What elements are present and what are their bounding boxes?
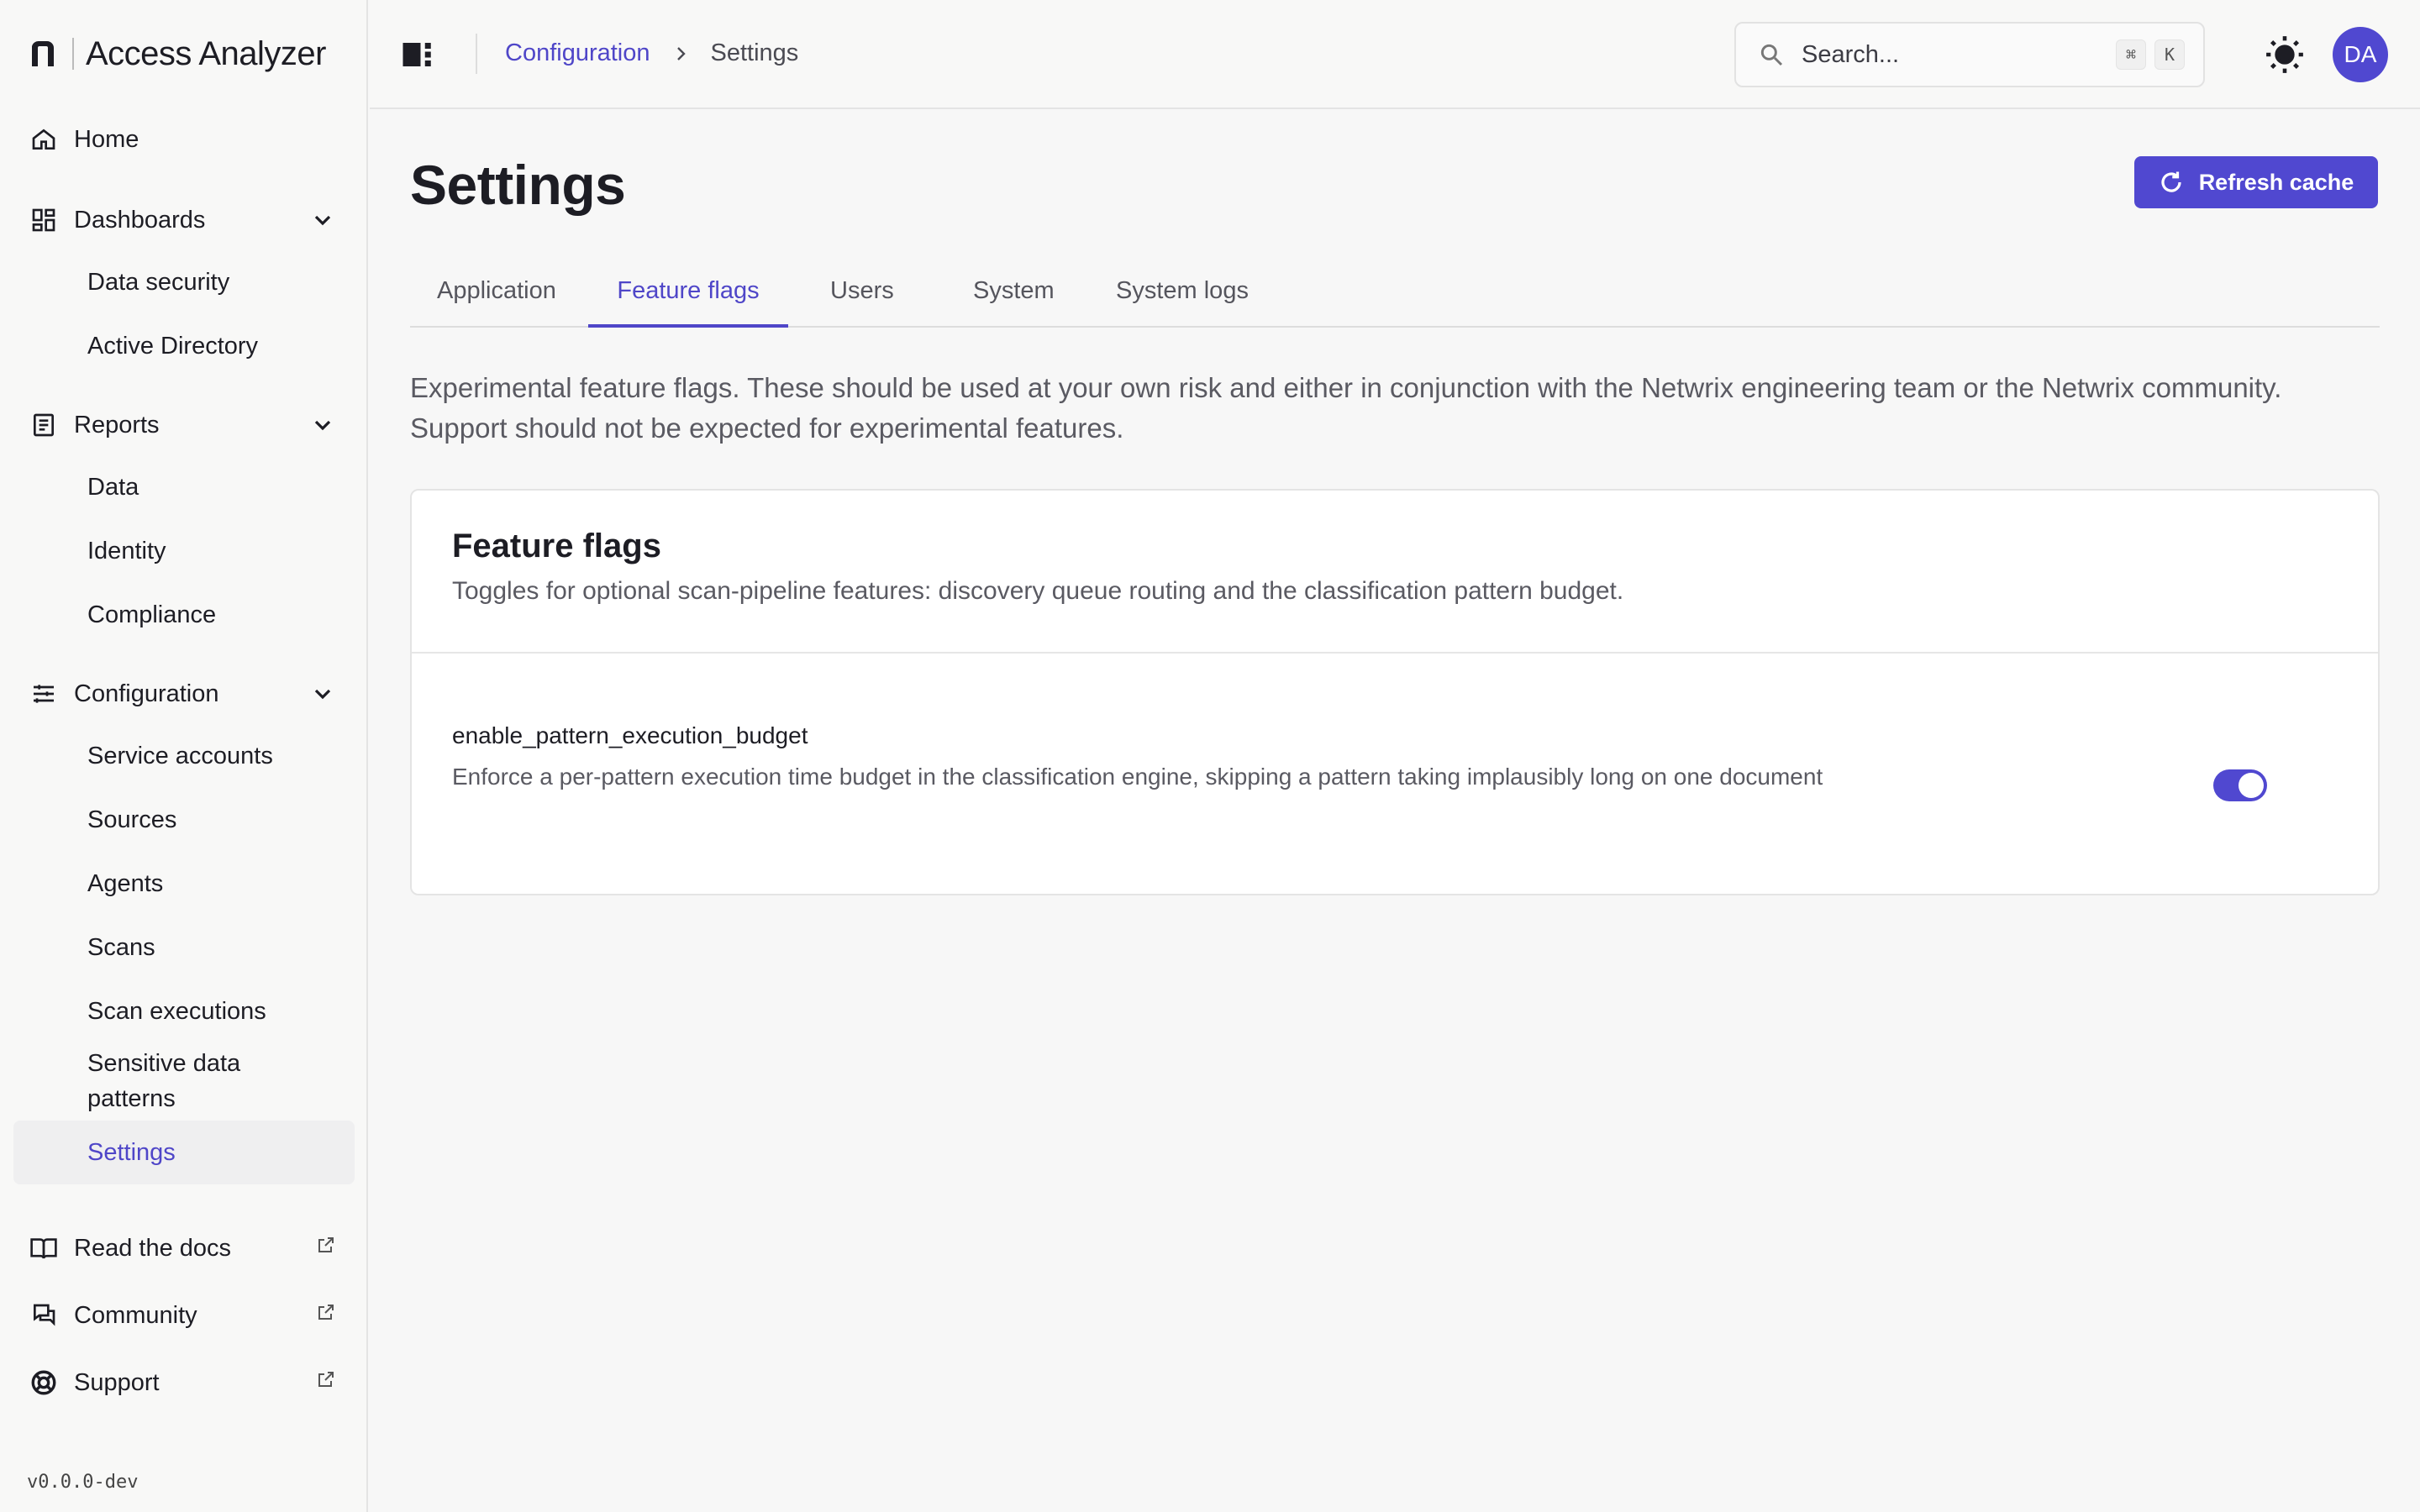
intro-line-1: Experimental feature flags. These should… [410, 372, 2282, 403]
sidebar-item-configuration[interactable]: Configuration [13, 664, 355, 724]
sidebar-item-active-directory[interactable]: Active Directory [13, 314, 355, 378]
toggle-knob [2238, 773, 2264, 798]
shortcut-key-cmd: ⌘ [2116, 39, 2146, 70]
search-input[interactable]: Search... ⌘ K [1734, 22, 2205, 87]
chevron-down-icon[interactable] [309, 680, 336, 707]
flag-toggle[interactable] [2213, 769, 2267, 801]
tab-application[interactable]: Application [437, 264, 556, 328]
brand[interactable]: Access Analyzer [27, 30, 326, 77]
sidebar-item-service-accounts[interactable]: Service accounts [13, 724, 355, 788]
chevron-down-icon[interactable] [309, 207, 336, 234]
card-header: Feature flags Toggles for optional scan-… [412, 491, 2378, 654]
sidebar-item-label: Dashboards [74, 206, 206, 234]
report-icon [29, 410, 59, 440]
sidebar-item-settings[interactable]: Settings [13, 1121, 355, 1184]
intro-line-2: Support should not be expected for exper… [410, 412, 1124, 444]
sidebar-item-label: Community [74, 1301, 197, 1329]
sidebar-item-sensitive-data-patterns[interactable]: Sensitive data patterns [13, 1043, 291, 1119]
sidebar-nav: Home Dashboards Data security Active Dir… [13, 109, 355, 1416]
chat-icon [29, 1300, 59, 1331]
chevron-down-icon[interactable] [309, 412, 336, 438]
sidebar-item-scans[interactable]: Scans [13, 916, 355, 979]
dashboard-icon [29, 205, 59, 235]
sidebar-item-scan-executions[interactable]: Scan executions [13, 979, 355, 1043]
sidebar-item-data-security[interactable]: Data security [13, 250, 355, 314]
sidebar-item-home[interactable]: Home [13, 109, 355, 170]
tab-system-logs[interactable]: System logs [1116, 264, 1249, 328]
breadcrumb: Configuration Settings [505, 39, 798, 67]
sidebar-item-sources[interactable]: Sources [13, 788, 355, 852]
refresh-cache-button[interactable]: Refresh cache [2134, 156, 2378, 208]
sidebar: Access Analyzer Home Dashboards Data sec… [0, 0, 368, 1512]
chevron-right-icon [676, 46, 686, 60]
tab-users[interactable]: Users [830, 264, 894, 328]
sidebar-toggle-icon[interactable] [400, 37, 435, 72]
sidebar-item-label: Home [74, 125, 139, 153]
sidebar-item-label: Reports [74, 411, 160, 438]
top-bar: Configuration Settings Search... ⌘ K DA [370, 0, 2420, 109]
feature-flags-card: Feature flags Toggles for optional scan-… [410, 489, 2380, 895]
search-icon [1760, 44, 1783, 66]
book-icon [29, 1233, 59, 1263]
brand-divider [72, 38, 74, 70]
breadcrumb-configuration[interactable]: Configuration [505, 39, 650, 67]
sidebar-item-dashboards[interactable]: Dashboards [13, 190, 355, 250]
sidebar-item-label: Read the docs [74, 1234, 232, 1262]
sliders-icon [29, 679, 59, 709]
card-title: Feature flags [452, 528, 661, 564]
page-title: Settings [410, 154, 626, 216]
app-name: Access Analyzer [86, 34, 326, 72]
refresh-cache-label: Refresh cache [2198, 169, 2354, 195]
app-version: v0.0.0-dev [27, 1472, 139, 1493]
breadcrumb-current: Settings [710, 39, 799, 66]
home-icon [29, 124, 59, 155]
sidebar-item-agents[interactable]: Agents [13, 852, 355, 916]
sidebar-item-support[interactable]: Support [13, 1349, 355, 1416]
tab-system[interactable]: System [973, 264, 1055, 328]
settings-tabs: Application Feature flags Users System S… [410, 264, 2380, 328]
sidebar-item-label: Configuration [74, 680, 219, 707]
feature-flags-intro: Experimental feature flags. These should… [410, 368, 2380, 449]
external-link-icon [318, 1372, 334, 1387]
tab-feature-flags[interactable]: Feature flags [588, 264, 788, 328]
flag-name: enable_pattern_execution_budget [452, 722, 808, 748]
avatar[interactable]: DA [2333, 27, 2388, 82]
netwrix-logo-icon [32, 40, 54, 66]
flag-row: enable_pattern_execution_budget Enforce … [412, 654, 2378, 801]
sun-icon[interactable] [2264, 34, 2306, 76]
lifebuoy-icon [29, 1368, 59, 1398]
sidebar-item-compliance[interactable]: Compliance [13, 583, 355, 647]
sidebar-item-reports[interactable]: Reports [13, 395, 355, 455]
shortcut-key-k: K [2154, 39, 2185, 70]
topbar-divider [476, 34, 477, 74]
sidebar-item-label: Support [74, 1368, 160, 1396]
external-link-icon [318, 1305, 334, 1320]
card-subtitle: Toggles for optional scan-pipeline featu… [452, 577, 1624, 605]
sidebar-item-community[interactable]: Community [13, 1282, 355, 1349]
refresh-icon [2161, 171, 2181, 192]
sidebar-item-identity[interactable]: Identity [13, 519, 355, 583]
flag-description: Enforce a per-pattern execution time bud… [452, 764, 1823, 790]
search-placeholder: Search... [1802, 40, 1900, 68]
sidebar-item-read-the-docs[interactable]: Read the docs [13, 1215, 355, 1282]
external-link-icon [318, 1237, 334, 1252]
sidebar-item-data[interactable]: Data [13, 455, 355, 519]
